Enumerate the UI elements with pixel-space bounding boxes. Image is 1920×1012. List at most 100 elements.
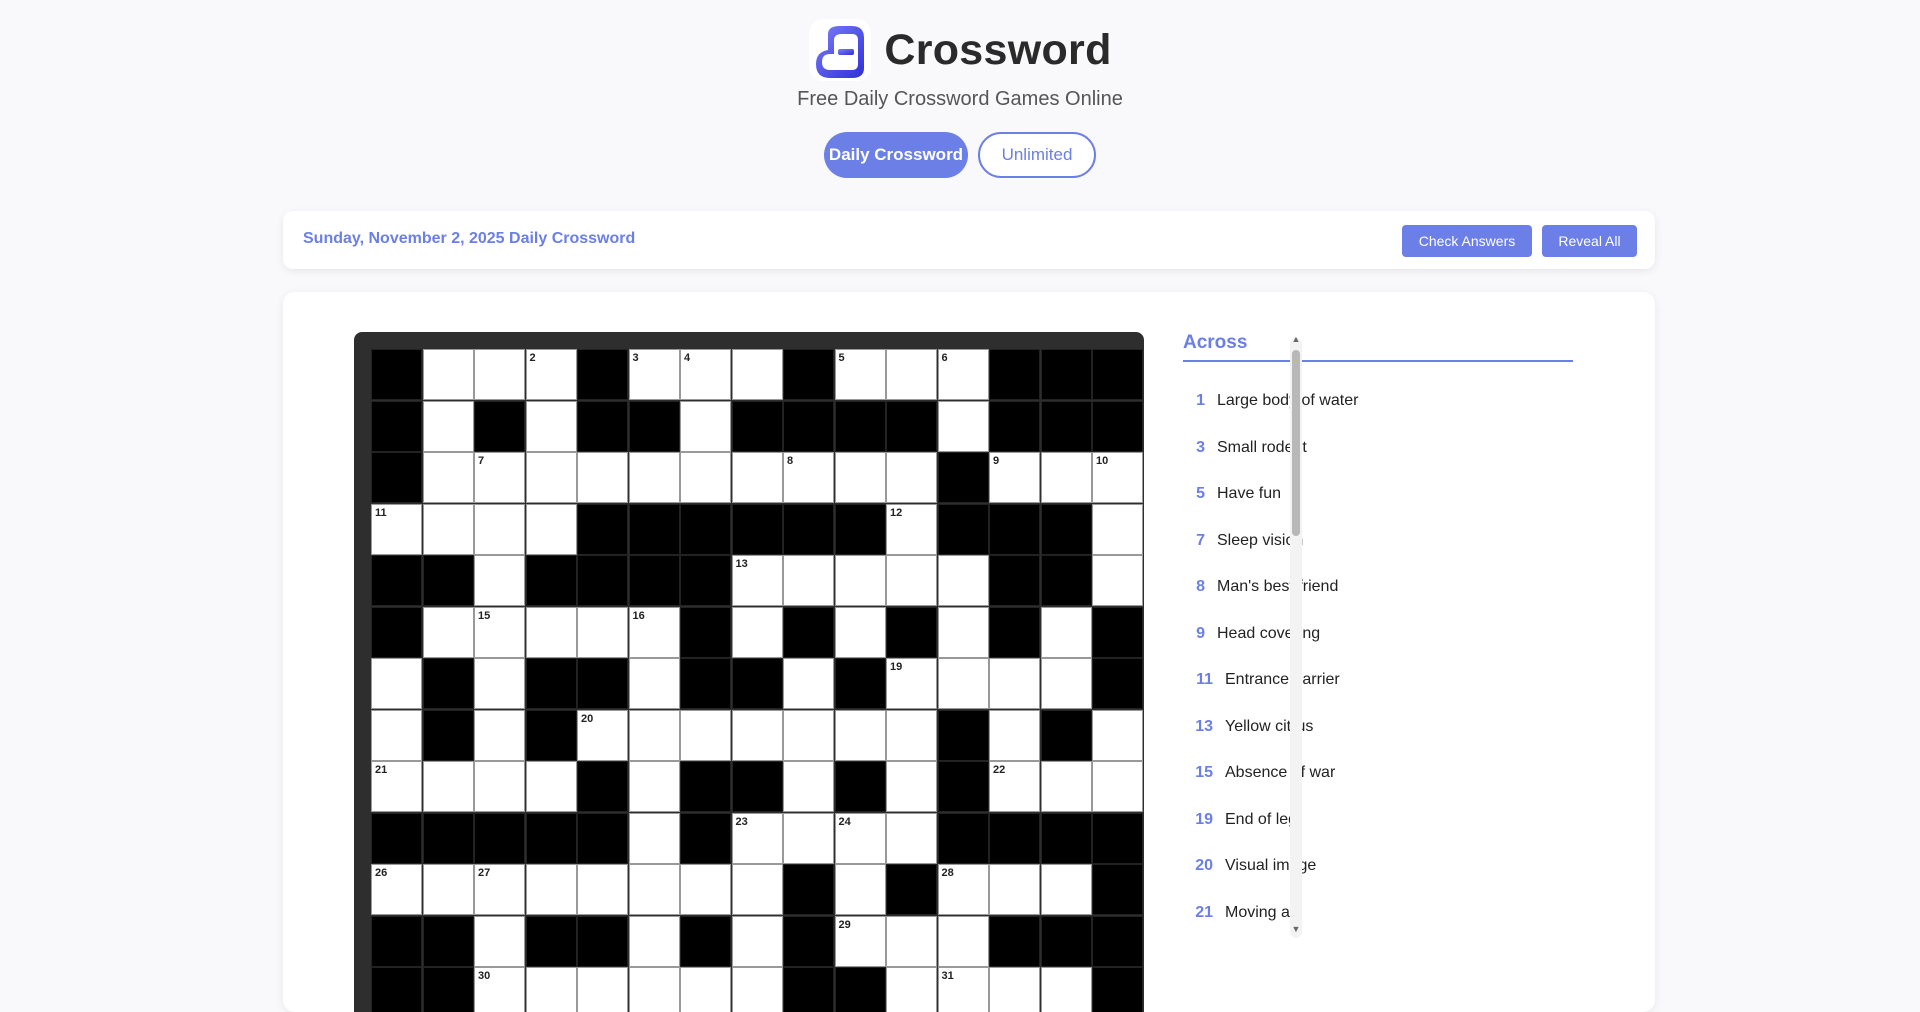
grid-cell[interactable]: 2 bbox=[525, 349, 577, 400]
grid-cell[interactable] bbox=[886, 709, 937, 761]
grid-cell[interactable] bbox=[783, 709, 834, 761]
grid-cell[interactable] bbox=[886, 555, 937, 606]
grid-cell[interactable] bbox=[783, 761, 834, 812]
grid-cell[interactable] bbox=[628, 761, 680, 812]
grid-cell[interactable]: 12 bbox=[886, 503, 937, 555]
grid-cell[interactable] bbox=[834, 864, 886, 915]
grid-cell[interactable]: 23 bbox=[731, 812, 783, 864]
grid-cell[interactable]: 26 bbox=[371, 864, 422, 915]
grid-cell[interactable] bbox=[577, 452, 628, 503]
grid-cell[interactable] bbox=[680, 864, 731, 915]
grid-cell[interactable] bbox=[525, 761, 577, 812]
grid-cell[interactable] bbox=[1040, 606, 1092, 658]
clue-item[interactable]: 9 Head covering bbox=[1183, 611, 1573, 658]
grid-cell[interactable] bbox=[525, 967, 577, 1012]
grid-cell[interactable] bbox=[577, 967, 628, 1012]
grid-cell[interactable] bbox=[731, 967, 783, 1012]
grid-cell[interactable] bbox=[525, 864, 577, 915]
scroll-up-arrow-icon[interactable]: ▲ bbox=[1290, 334, 1302, 344]
grid-cell[interactable]: 28 bbox=[937, 864, 989, 915]
grid-cell[interactable] bbox=[422, 606, 474, 658]
grid-cell[interactable] bbox=[1092, 503, 1143, 555]
tab-unlimited[interactable]: Unlimited bbox=[978, 132, 1096, 178]
grid-cell[interactable] bbox=[577, 606, 628, 658]
grid-cell[interactable] bbox=[628, 709, 680, 761]
grid-cell[interactable] bbox=[937, 555, 989, 606]
grid-cell[interactable] bbox=[834, 555, 886, 606]
grid-cell[interactable] bbox=[1092, 709, 1143, 761]
grid-cell[interactable] bbox=[474, 349, 525, 400]
clue-item[interactable]: 20 Visual image bbox=[1183, 843, 1573, 890]
grid-cell[interactable] bbox=[474, 915, 525, 967]
grid-cell[interactable] bbox=[525, 452, 577, 503]
grid-cell[interactable] bbox=[1092, 761, 1143, 812]
grid-cell[interactable] bbox=[731, 606, 783, 658]
check-answers-button[interactable]: Check Answers bbox=[1402, 225, 1532, 257]
grid-cell[interactable] bbox=[680, 400, 731, 452]
grid-cell[interactable]: 16 bbox=[628, 606, 680, 658]
grid-cell[interactable]: 9 bbox=[989, 452, 1040, 503]
grid-cell[interactable] bbox=[628, 967, 680, 1012]
grid-cell[interactable] bbox=[628, 915, 680, 967]
grid-cell[interactable] bbox=[1092, 555, 1143, 606]
grid-cell[interactable]: 5 bbox=[834, 349, 886, 400]
grid-cell[interactable]: 29 bbox=[834, 915, 886, 967]
grid-cell[interactable]: 11 bbox=[371, 503, 422, 555]
grid-cell[interactable] bbox=[1040, 658, 1092, 709]
grid-cell[interactable] bbox=[937, 915, 989, 967]
scroll-down-arrow-icon[interactable]: ▼ bbox=[1290, 924, 1302, 934]
grid-cell[interactable] bbox=[886, 349, 937, 400]
grid-cell[interactable]: 6 bbox=[937, 349, 989, 400]
grid-cell[interactable] bbox=[371, 658, 422, 709]
clue-item[interactable]: 5 Have fun bbox=[1183, 471, 1573, 518]
clue-item[interactable]: 19 End of leg bbox=[1183, 797, 1573, 844]
grid-cell[interactable] bbox=[731, 864, 783, 915]
grid-cell[interactable] bbox=[834, 709, 886, 761]
grid-cell[interactable] bbox=[783, 555, 834, 606]
grid-cell[interactable] bbox=[1040, 452, 1092, 503]
grid-cell[interactable]: 10 bbox=[1092, 452, 1143, 503]
grid-cell[interactable] bbox=[628, 812, 680, 864]
grid-cell[interactable] bbox=[474, 709, 525, 761]
grid-cell[interactable] bbox=[886, 812, 937, 864]
grid-cell[interactable] bbox=[1040, 864, 1092, 915]
grid-cell[interactable]: 27 bbox=[474, 864, 525, 915]
grid-cell[interactable] bbox=[731, 452, 783, 503]
grid-cell[interactable]: 22 bbox=[989, 761, 1040, 812]
clue-item[interactable]: 13 Yellow citrus bbox=[1183, 704, 1573, 751]
reveal-all-button[interactable]: Reveal All bbox=[1542, 225, 1637, 257]
clue-item[interactable]: 7 Sleep vision bbox=[1183, 518, 1573, 565]
grid-cell[interactable] bbox=[474, 761, 525, 812]
grid-cell[interactable]: 4 bbox=[680, 349, 731, 400]
grid-cell[interactable]: 30 bbox=[474, 967, 525, 1012]
grid-cell[interactable]: 21 bbox=[371, 761, 422, 812]
grid-cell[interactable] bbox=[731, 709, 783, 761]
clue-item[interactable]: 15 Absence of war bbox=[1183, 750, 1573, 797]
grid-cell[interactable] bbox=[989, 967, 1040, 1012]
scrollbar-thumb[interactable] bbox=[1292, 350, 1300, 536]
grid-cell[interactable] bbox=[886, 915, 937, 967]
grid-cell[interactable] bbox=[628, 452, 680, 503]
grid-cell[interactable] bbox=[525, 400, 577, 452]
grid-cell[interactable] bbox=[834, 452, 886, 503]
grid-cell[interactable] bbox=[525, 606, 577, 658]
grid-cell[interactable] bbox=[422, 761, 474, 812]
grid-cell[interactable] bbox=[628, 658, 680, 709]
grid-cell[interactable] bbox=[474, 503, 525, 555]
grid-cell[interactable] bbox=[937, 400, 989, 452]
clue-item[interactable]: 1 Large body of water bbox=[1183, 378, 1573, 425]
tab-daily-crossword[interactable]: Daily Crossword bbox=[824, 132, 968, 178]
grid-cell[interactable] bbox=[886, 452, 937, 503]
grid-cell[interactable]: 20 bbox=[577, 709, 628, 761]
grid-cell[interactable] bbox=[628, 864, 680, 915]
grid-cell[interactable]: 31 bbox=[937, 967, 989, 1012]
grid-cell[interactable] bbox=[886, 761, 937, 812]
grid-cell[interactable] bbox=[371, 709, 422, 761]
grid-cell[interactable]: 3 bbox=[628, 349, 680, 400]
grid-cell[interactable]: 13 bbox=[731, 555, 783, 606]
grid-cell[interactable] bbox=[680, 709, 731, 761]
clue-item[interactable]: 21 Moving air bbox=[1183, 890, 1573, 937]
grid-cell[interactable] bbox=[731, 349, 783, 400]
grid-cell[interactable] bbox=[525, 503, 577, 555]
grid-cell[interactable] bbox=[834, 606, 886, 658]
